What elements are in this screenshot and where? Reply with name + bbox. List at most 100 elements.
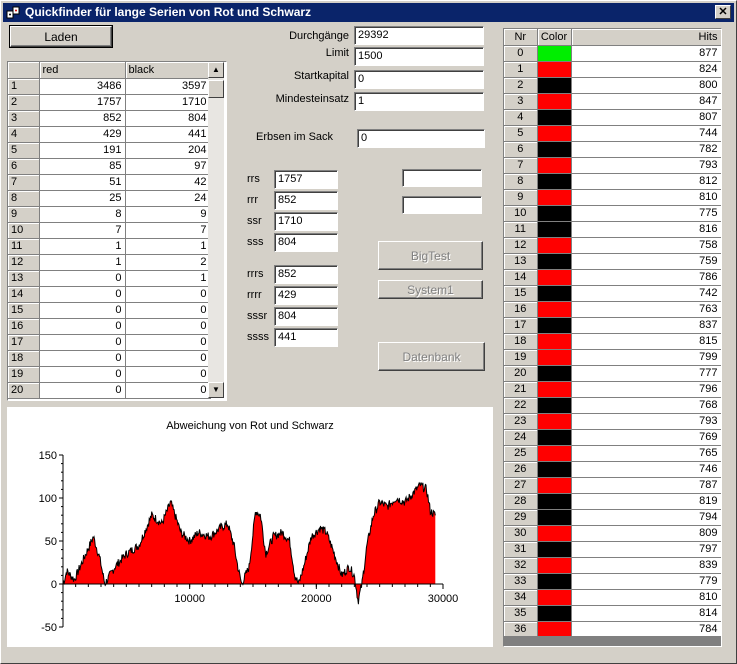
row-header[interactable]: 16 — [8, 318, 40, 335]
table-cell[interactable]: 809 — [571, 525, 721, 542]
table-row[interactable]: 8 25 24 — [8, 190, 211, 207]
table-cell[interactable]: 839 — [571, 557, 721, 574]
pattern-field-ssss[interactable]: 441 — [274, 328, 338, 347]
table-cell[interactable]: 779 — [571, 573, 721, 590]
row-header[interactable]: 6 — [504, 141, 538, 158]
color-swatch[interactable] — [537, 429, 572, 446]
table-cell[interactable]: 0 — [125, 350, 211, 367]
color-swatch[interactable] — [537, 141, 572, 158]
table-row[interactable]: 17 837 — [504, 317, 721, 334]
row-header[interactable]: 34 — [504, 589, 538, 606]
series-column-header[interactable]: black — [125, 62, 211, 79]
row-header[interactable]: 19 — [8, 366, 40, 383]
color-swatch[interactable] — [537, 333, 572, 350]
table-cell[interactable]: 775 — [571, 205, 721, 222]
table-cell[interactable]: 782 — [571, 141, 721, 158]
row-header[interactable]: 28 — [504, 493, 538, 510]
table-row[interactable]: 29 794 — [504, 509, 721, 526]
durchgaenge-field[interactable]: 29392 — [354, 26, 484, 45]
table-row[interactable]: 23 793 — [504, 413, 721, 430]
row-header[interactable]: 23 — [504, 413, 538, 430]
table-cell[interactable]: 1757 — [39, 94, 126, 111]
table-row[interactable]: 11 1 1 — [8, 238, 211, 255]
row-header[interactable]: 7 — [8, 174, 40, 191]
startkapital-field[interactable]: 0 — [354, 70, 484, 89]
row-header[interactable]: 3 — [504, 93, 538, 110]
table-row[interactable]: 21 796 — [504, 381, 721, 398]
table-row[interactable]: 14 786 — [504, 269, 721, 286]
color-swatch[interactable] — [537, 413, 572, 430]
table-cell[interactable]: 804 — [125, 110, 211, 127]
table-cell[interactable]: 787 — [571, 477, 721, 494]
table-row[interactable]: 20 0 0 — [8, 382, 211, 399]
table-row[interactable]: 18 815 — [504, 333, 721, 350]
row-header[interactable]: 12 — [504, 237, 538, 254]
row-header[interactable]: 35 — [504, 605, 538, 622]
table-row[interactable]: 15 0 0 — [8, 302, 211, 319]
row-header[interactable]: 17 — [8, 334, 40, 351]
table-cell[interactable]: 0 — [125, 366, 211, 383]
table-cell[interactable]: 0 — [125, 286, 211, 303]
row-header[interactable]: 16 — [504, 301, 538, 318]
color-swatch[interactable] — [537, 349, 572, 366]
table-row[interactable]: 1 3486 3597 — [8, 78, 211, 95]
table-cell[interactable]: 2 — [125, 254, 211, 271]
table-cell[interactable]: 441 — [125, 126, 211, 143]
row-header[interactable]: 8 — [8, 190, 40, 207]
row-header[interactable]: 1 — [504, 61, 538, 78]
row-header[interactable]: 22 — [504, 397, 538, 414]
table-row[interactable]: 36 784 — [504, 621, 721, 638]
table-row[interactable]: 30 809 — [504, 525, 721, 542]
series-scrollbar[interactable]: ▲ ▼ — [208, 62, 224, 398]
color-swatch[interactable] — [537, 381, 572, 398]
table-cell[interactable]: 768 — [571, 397, 721, 414]
table-cell[interactable]: 7 — [125, 222, 211, 239]
table-cell[interactable]: 814 — [571, 605, 721, 622]
table-cell[interactable]: 25 — [39, 190, 126, 207]
table-row[interactable]: 0 877 — [504, 45, 721, 62]
color-swatch[interactable] — [537, 621, 572, 638]
table-cell[interactable]: 51 — [39, 174, 126, 191]
table-row[interactable]: 2 1757 1710 — [8, 94, 211, 111]
table-row[interactable]: 31 797 — [504, 541, 721, 558]
table-row[interactable]: 989 — [8, 206, 211, 223]
scroll-thumb[interactable] — [208, 80, 224, 98]
row-header[interactable]: 29 — [504, 509, 538, 526]
extra-field-2[interactable] — [402, 196, 482, 214]
table-row[interactable]: 28 819 — [504, 493, 721, 510]
table-cell[interactable]: 742 — [571, 285, 721, 302]
color-swatch[interactable] — [537, 317, 572, 334]
table-cell[interactable]: 1710 — [125, 94, 211, 111]
table-cell[interactable]: 810 — [571, 589, 721, 606]
table-row[interactable]: 4 429 441 — [8, 126, 211, 143]
pattern-field-rrs[interactable]: 1757 — [274, 170, 338, 189]
table-row[interactable]: 5 744 — [504, 125, 721, 142]
pattern-field-sssr[interactable]: 804 — [274, 307, 338, 326]
table-row[interactable]: 7 51 42 — [8, 174, 211, 191]
color-swatch[interactable] — [537, 445, 572, 462]
row-header[interactable]: 17 — [504, 317, 538, 334]
table-cell[interactable]: 42 — [125, 174, 211, 191]
table-cell[interactable]: 815 — [571, 333, 721, 350]
table-cell[interactable]: 0 — [125, 318, 211, 335]
table-cell[interactable]: 837 — [571, 317, 721, 334]
table-row[interactable]: 24 769 — [504, 429, 721, 446]
pattern-field-rrrs[interactable]: 852 — [274, 265, 338, 284]
table-cell[interactable]: 746 — [571, 461, 721, 478]
hits-column-header[interactable]: Nr — [504, 29, 538, 46]
scroll-down-icon[interactable]: ▼ — [208, 382, 224, 398]
color-swatch[interactable] — [537, 301, 572, 318]
row-header[interactable]: 20 — [504, 365, 538, 382]
table-cell[interactable]: 0 — [39, 318, 126, 335]
table-cell[interactable]: 191 — [39, 142, 126, 159]
pattern-field-sss[interactable]: 804 — [274, 233, 338, 252]
table-cell[interactable]: 763 — [571, 301, 721, 318]
table-cell[interactable]: 429 — [39, 126, 126, 143]
table-row[interactable]: 19 0 0 — [8, 366, 211, 383]
limit-field[interactable]: 1500 — [354, 47, 484, 66]
table-cell[interactable]: 852 — [39, 110, 126, 127]
color-swatch[interactable] — [537, 157, 572, 174]
table-cell[interactable]: 24 — [125, 190, 211, 207]
table-cell[interactable]: 800 — [571, 77, 721, 94]
table-cell[interactable]: 765 — [571, 445, 721, 462]
